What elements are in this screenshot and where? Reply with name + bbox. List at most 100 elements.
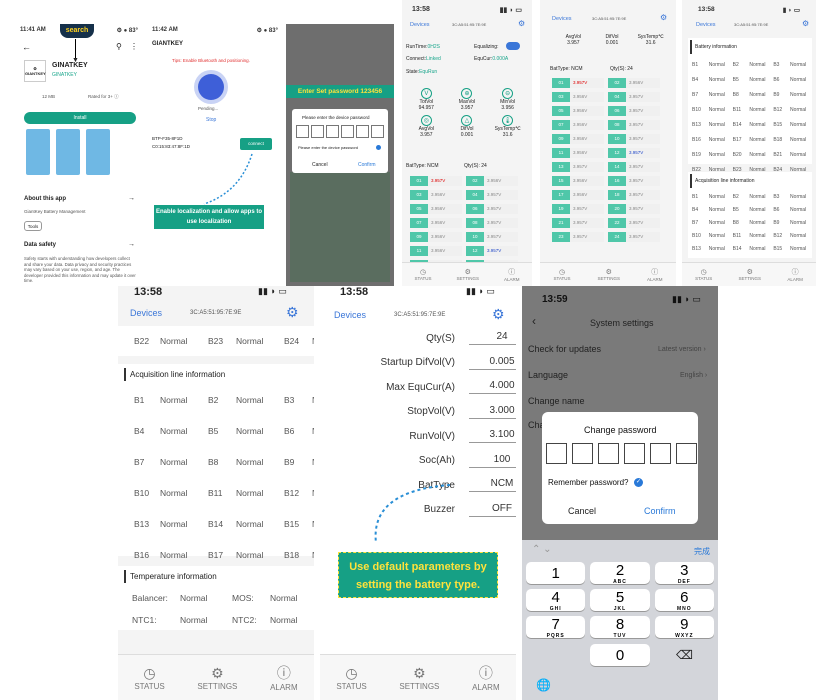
nav-settings[interactable]: ⚙ SETTINGS (457, 268, 480, 281)
about-title[interactable]: About this app (24, 196, 66, 202)
cell-state: Normal (312, 447, 314, 478)
gear-icon[interactable]: ⚙ (518, 19, 525, 28)
pin-boxes[interactable] (546, 443, 697, 464)
nav-status[interactable]: ◷ STATUS (134, 665, 164, 691)
pin-box[interactable] (624, 443, 645, 464)
gear-icon[interactable]: ⚙ (286, 304, 299, 321)
back-icon[interactable]: ‹ (532, 314, 536, 328)
pin-boxes[interactable] (296, 125, 384, 138)
pin-box[interactable] (356, 125, 369, 138)
device-name[interactable]: BTP-F35-8F1D (152, 136, 183, 141)
arrow-right-icon[interactable]: → (128, 241, 135, 248)
key-2[interactable]: 2 ABC (590, 562, 650, 585)
key-0[interactable]: 0 (590, 644, 650, 666)
nav-alarm[interactable]: ⓘ ALARM (270, 663, 298, 692)
cell-voltage: 3.957V (570, 218, 604, 228)
cell-number: 24 (608, 232, 626, 242)
setting-value[interactable]: OFF (469, 503, 516, 517)
nav-alarm[interactable]: ⓘ ALARM (472, 663, 500, 692)
cell-row: 09 3.956V 10 3.957V (552, 134, 660, 144)
about-desc: GiantKey Battery Management (24, 209, 86, 214)
key-9[interactable]: 9 WXYZ (654, 616, 714, 639)
nav-settings[interactable]: ⚙ SETTINGS (197, 665, 237, 691)
key-1[interactable]: 1 (526, 562, 586, 584)
cell-item: 19 3.957V (552, 204, 604, 214)
confirm-button[interactable]: Confirm (644, 506, 676, 516)
equcur-row: EquCur:0.000A (474, 56, 509, 62)
setting-row: Max EquCur(A)4.000Setting (320, 375, 516, 400)
pin-box[interactable] (546, 443, 567, 464)
setting-value[interactable]: 3.000 (469, 405, 516, 419)
install-button[interactable]: Install (24, 112, 136, 124)
cell-item: 22 3.957V (608, 218, 660, 228)
nav-alarm[interactable]: ⓘ ALARM (504, 267, 520, 282)
setting-value[interactable]: 100 (469, 454, 516, 468)
setting-value[interactable]: 24 (469, 331, 516, 346)
cell-voltage: 3.956V (428, 204, 462, 214)
pin-box[interactable] (341, 125, 354, 138)
gear-icon[interactable]: ⚙ (660, 13, 667, 22)
keyboard-arrows[interactable]: ⌃ ⌄ (532, 544, 552, 555)
devices-link[interactable]: Devices (130, 308, 162, 318)
nav-status[interactable]: ◷ STATUS (414, 268, 431, 281)
pin-box[interactable] (296, 125, 309, 138)
devices-link[interactable]: Devices (410, 22, 430, 28)
pin-box[interactable] (326, 125, 339, 138)
setting-value[interactable]: 3.100 (469, 429, 516, 444)
search-icon[interactable]: ⚲ (116, 42, 122, 51)
devices-link[interactable]: Devices (552, 16, 572, 22)
setting-value[interactable]: 4.000 (469, 380, 516, 395)
setting-value[interactable]: NCM (469, 478, 516, 493)
pin-box[interactable] (572, 443, 593, 464)
nav-status[interactable]: ◷ STATUS (695, 268, 712, 281)
device-mac: 3C:A5:51:95:7E:9E (190, 310, 242, 316)
nav-alarm[interactable]: ⓘ ALARM (647, 267, 663, 282)
devices-link[interactable]: Devices (696, 22, 716, 28)
pin-box[interactable] (371, 125, 384, 138)
key-5[interactable]: 5 JKL (590, 589, 650, 612)
gear-icon[interactable]: ⚙ (492, 306, 505, 323)
delete-icon[interactable]: ⌫ (676, 648, 693, 662)
cancel-button[interactable]: Cancel (568, 506, 596, 516)
pin-box[interactable] (650, 443, 671, 464)
devices-link[interactable]: Devices (334, 310, 366, 320)
stop-link[interactable]: Stop (206, 117, 216, 123)
equalizing-toggle[interactable] (506, 42, 520, 50)
more-icon[interactable]: ⋮ (130, 42, 138, 51)
key-4[interactable]: 4 GHI (526, 589, 586, 612)
cell-number: 01 (552, 78, 570, 88)
nav-status[interactable]: ◷ STATUS (553, 268, 570, 281)
key-8[interactable]: 8 TUV (590, 616, 650, 639)
setting-value[interactable]: 0.005 (469, 356, 516, 370)
change-name-row[interactable]: Change name (528, 396, 585, 406)
nav-status[interactable]: ◷ STATUS (336, 665, 366, 691)
connect-button[interactable]: connect (240, 138, 272, 150)
clock-icon: ◷ (419, 269, 427, 276)
cell-grid: 01 3.957V 02 3.956V 03 3.956V 04 3.957V 05 3.956V… (552, 78, 660, 246)
developer-name[interactable]: GINATKEY (52, 72, 77, 78)
cancel-button[interactable]: Cancel (312, 162, 328, 168)
globe-icon[interactable]: 🌐 (536, 678, 551, 692)
key-7[interactable]: 7 PQRS (526, 616, 586, 639)
safety-title[interactable]: Data safety (24, 242, 56, 248)
back-arrow-icon[interactable]: ← (22, 42, 31, 52)
key-6[interactable]: 6 MNO (654, 589, 714, 612)
confirm-button[interactable]: Confirm (358, 162, 376, 168)
language-row[interactable]: Language (528, 370, 568, 380)
cell-row: 05 3.956V 06 3.957V (552, 106, 660, 116)
pin-box[interactable] (598, 443, 619, 464)
nav-settings[interactable]: ⚙ SETTINGS (598, 268, 621, 281)
key-3[interactable]: 3 DEF (654, 562, 714, 585)
nav-settings[interactable]: ⚙ SETTINGS (399, 665, 439, 691)
check-icon[interactable]: ✓ (634, 478, 643, 487)
pin-box[interactable] (311, 125, 324, 138)
gear-icon[interactable]: ⚙ (802, 19, 809, 28)
tools-chip[interactable]: Tools (24, 221, 42, 231)
done-button[interactable]: 完成 (694, 546, 710, 557)
check-icon[interactable] (376, 145, 381, 150)
pin-box[interactable] (676, 443, 697, 464)
arrow-right-icon[interactable]: → (128, 195, 135, 202)
check-updates[interactable]: Check for updates (528, 344, 601, 354)
nav-settings[interactable]: ⚙ SETTINGS (739, 268, 762, 281)
nav-alarm[interactable]: ⓘ ALARM (787, 267, 803, 282)
